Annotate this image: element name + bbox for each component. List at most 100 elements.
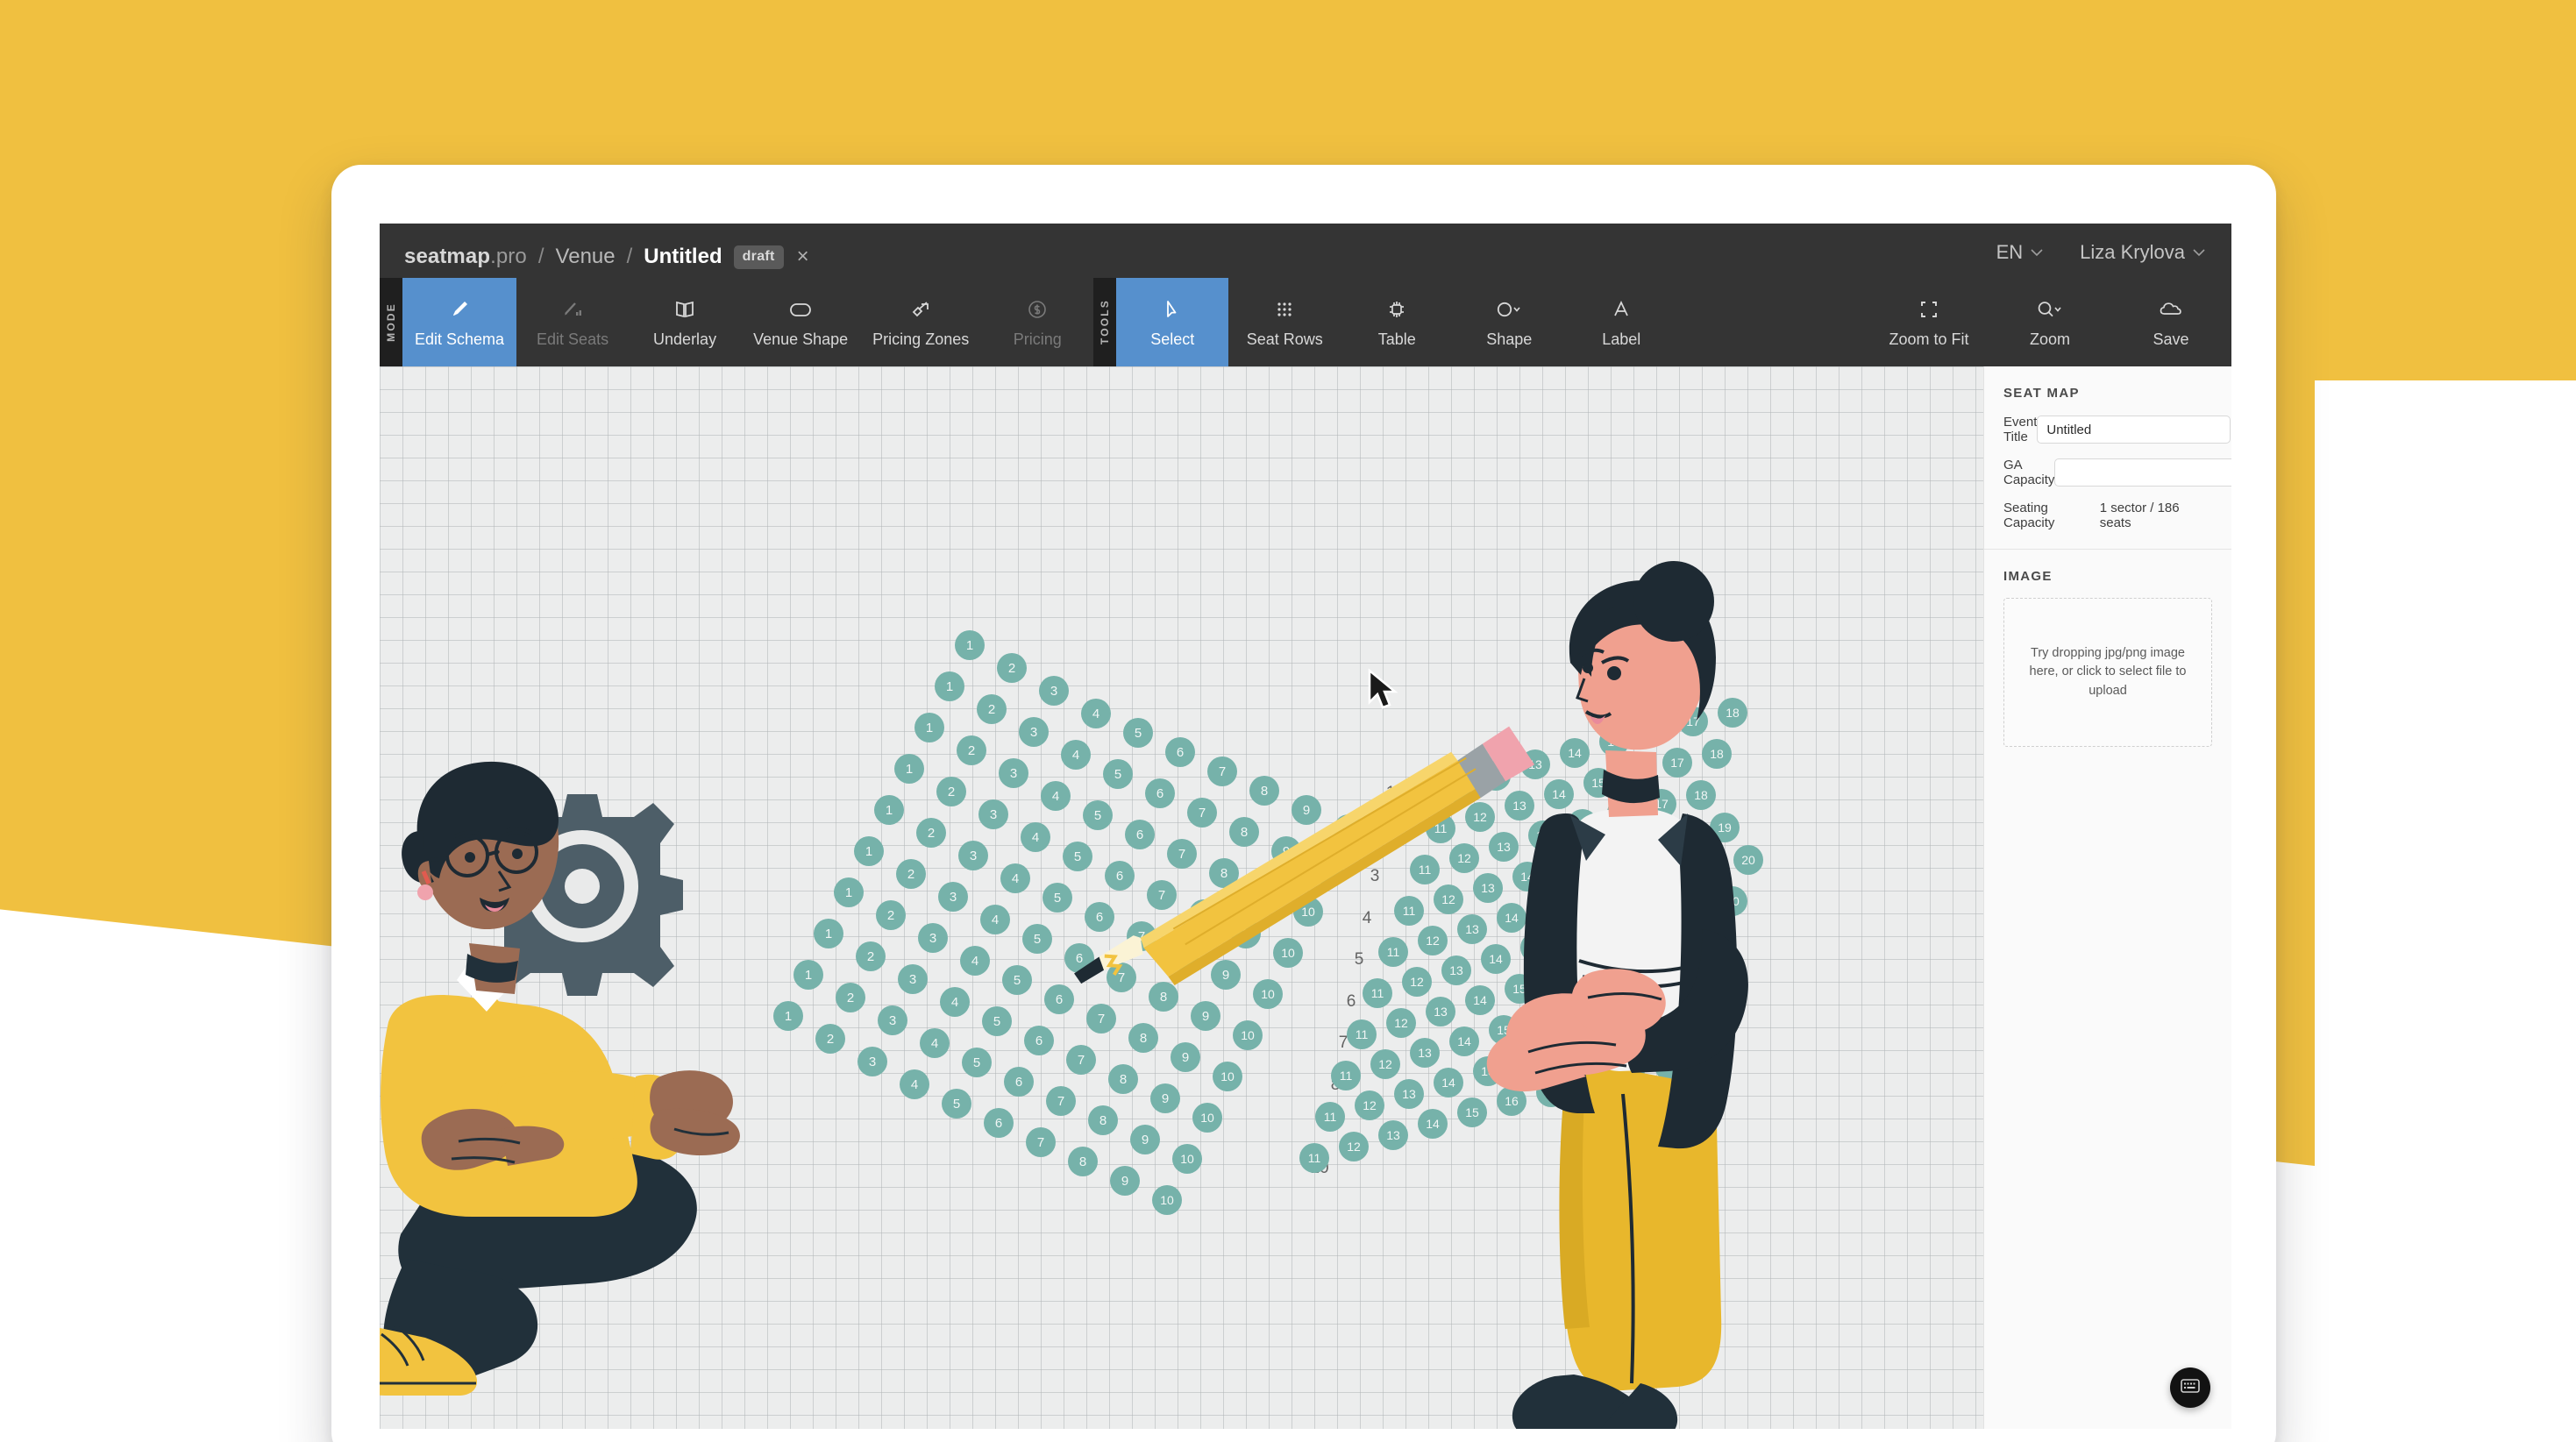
seat[interactable]: 14	[1418, 1109, 1448, 1139]
seat[interactable]: 4	[940, 987, 970, 1017]
tool-table[interactable]: Table	[1341, 278, 1453, 366]
seat[interactable]: 1	[914, 713, 944, 742]
tool-seat-rows[interactable]: Seat Rows	[1228, 278, 1341, 366]
seat[interactable]: 9	[1271, 836, 1301, 866]
seatmap-canvas[interactable]: 1234567891012345678910123456789101234567…	[380, 366, 2231, 1429]
seat[interactable]: 11	[1331, 1061, 1361, 1090]
seat[interactable]: 5	[1022, 924, 1052, 954]
seat[interactable]: 10	[1192, 1103, 1222, 1133]
seat[interactable]: 12	[1355, 1090, 1384, 1120]
seat[interactable]: 13	[1410, 1038, 1440, 1068]
seat[interactable]: 11	[1347, 1019, 1377, 1049]
seat[interactable]: 3	[978, 799, 1008, 829]
tool-label[interactable]: Label	[1565, 278, 1677, 366]
seat[interactable]: 3	[958, 841, 988, 870]
seat[interactable]: 10	[1293, 897, 1323, 927]
seat[interactable]: 2	[997, 653, 1027, 683]
seat[interactable]: 12	[1402, 967, 1432, 997]
tool-shape[interactable]: Shape	[1453, 278, 1565, 366]
seat[interactable]: 17	[1583, 954, 1613, 984]
seat[interactable]: 14	[1528, 820, 1558, 850]
seat[interactable]: 13	[1426, 997, 1455, 1026]
seat[interactable]: 17	[1615, 871, 1645, 901]
seat[interactable]: 20	[1670, 1010, 1700, 1040]
seat[interactable]: 4	[900, 1069, 929, 1099]
seat[interactable]: 11	[1394, 896, 1424, 926]
seat[interactable]: 17	[1662, 748, 1692, 778]
seat[interactable]: 6	[984, 1108, 1014, 1138]
seat[interactable]: 17	[1631, 830, 1661, 860]
seat[interactable]: 3	[999, 758, 1028, 788]
seat[interactable]: 18	[1654, 863, 1684, 892]
seat[interactable]: 12	[1418, 926, 1448, 955]
seat[interactable]: 16	[1512, 1045, 1542, 1075]
seat[interactable]: 13	[1394, 1079, 1424, 1109]
seat[interactable]: 20	[1733, 845, 1763, 875]
seat[interactable]: 18	[1718, 698, 1747, 728]
seat[interactable]: 8	[1229, 817, 1259, 847]
seat[interactable]: 11	[1363, 978, 1392, 1008]
seat[interactable]: 14	[1560, 738, 1590, 768]
seat[interactable]: 7	[1046, 1086, 1076, 1116]
seat[interactable]: 14	[1434, 1068, 1463, 1097]
image-dropzone[interactable]: Try dropping jpg/png image here, or clic…	[2003, 598, 2212, 747]
seat[interactable]: 17	[1647, 789, 1676, 819]
seat[interactable]: 2	[957, 735, 986, 765]
seat[interactable]: 18	[1702, 739, 1732, 769]
close-icon[interactable]: ×	[797, 245, 809, 269]
seat[interactable]: 7	[1107, 963, 1136, 992]
seat[interactable]: 3	[878, 1005, 907, 1035]
tool-edit-schema[interactable]: Edit Schema	[402, 278, 516, 366]
seat[interactable]: 3	[857, 1047, 887, 1076]
seat[interactable]: 4	[920, 1028, 950, 1058]
seat[interactable]: 1	[935, 671, 964, 701]
tool-venue-shape[interactable]: Venue Shape	[741, 278, 860, 366]
seat[interactable]: 19	[1662, 936, 1692, 966]
seat[interactable]: 14	[1481, 944, 1511, 974]
seat[interactable]: 10	[1152, 1185, 1182, 1215]
tool-pricing-zones[interactable]: Pricing Zones	[860, 278, 981, 366]
seat[interactable]: 5	[1042, 883, 1072, 913]
seat[interactable]: 2	[815, 1024, 845, 1054]
seat[interactable]: 11	[1410, 855, 1440, 884]
seat[interactable]: 14	[1497, 903, 1526, 933]
seat[interactable]: 5	[1083, 800, 1113, 830]
seat[interactable]: 9	[1251, 877, 1281, 907]
seat[interactable]: 12	[1449, 843, 1479, 873]
tool-underlay[interactable]: Underlay	[629, 278, 741, 366]
seat[interactable]: 9	[1110, 1166, 1140, 1196]
seat[interactable]: 10	[1213, 1062, 1242, 1091]
seat[interactable]: 11	[1378, 937, 1408, 967]
seat[interactable]: 3	[1019, 717, 1049, 747]
seat[interactable]: 7	[1207, 757, 1237, 786]
seat[interactable]: 6	[1004, 1067, 1034, 1097]
seat[interactable]: 10	[1172, 1144, 1202, 1174]
seat[interactable]: 9	[1292, 795, 1321, 825]
seat[interactable]: 19	[1615, 1060, 1645, 1090]
seat[interactable]: 7	[1066, 1045, 1096, 1075]
seat[interactable]: 14	[1512, 862, 1542, 891]
seat[interactable]: 7	[1026, 1127, 1056, 1157]
seat[interactable]: 1	[955, 630, 985, 660]
seat[interactable]: 18	[1670, 821, 1700, 851]
seat[interactable]: 6	[1064, 943, 1094, 973]
seat[interactable]: 15	[1489, 1015, 1519, 1045]
button-zoom-to-fit[interactable]: Zoom to Fit	[1868, 278, 1989, 366]
seat[interactable]: 7	[1127, 921, 1156, 951]
brand-logo[interactable]: seatmap.pro	[404, 245, 527, 269]
seat[interactable]: 5	[1002, 965, 1032, 995]
seat[interactable]: 5	[1063, 842, 1092, 871]
seat[interactable]: 12	[1481, 761, 1511, 791]
seat[interactable]: 6	[1165, 737, 1195, 767]
seat[interactable]: 1	[793, 960, 823, 990]
tool-select[interactable]: Select	[1116, 278, 1228, 366]
seat[interactable]: 8	[1108, 1064, 1138, 1094]
seat[interactable]: 13	[1505, 791, 1534, 820]
seat[interactable]: 14	[1544, 779, 1574, 809]
seat[interactable]: 19	[1631, 1019, 1661, 1048]
seat[interactable]: 8	[1249, 776, 1279, 806]
seat[interactable]: 9	[1171, 1042, 1200, 1072]
seat[interactable]: 16	[1544, 963, 1574, 992]
seat[interactable]: 17	[1678, 707, 1708, 736]
seat[interactable]: 3	[918, 923, 948, 953]
